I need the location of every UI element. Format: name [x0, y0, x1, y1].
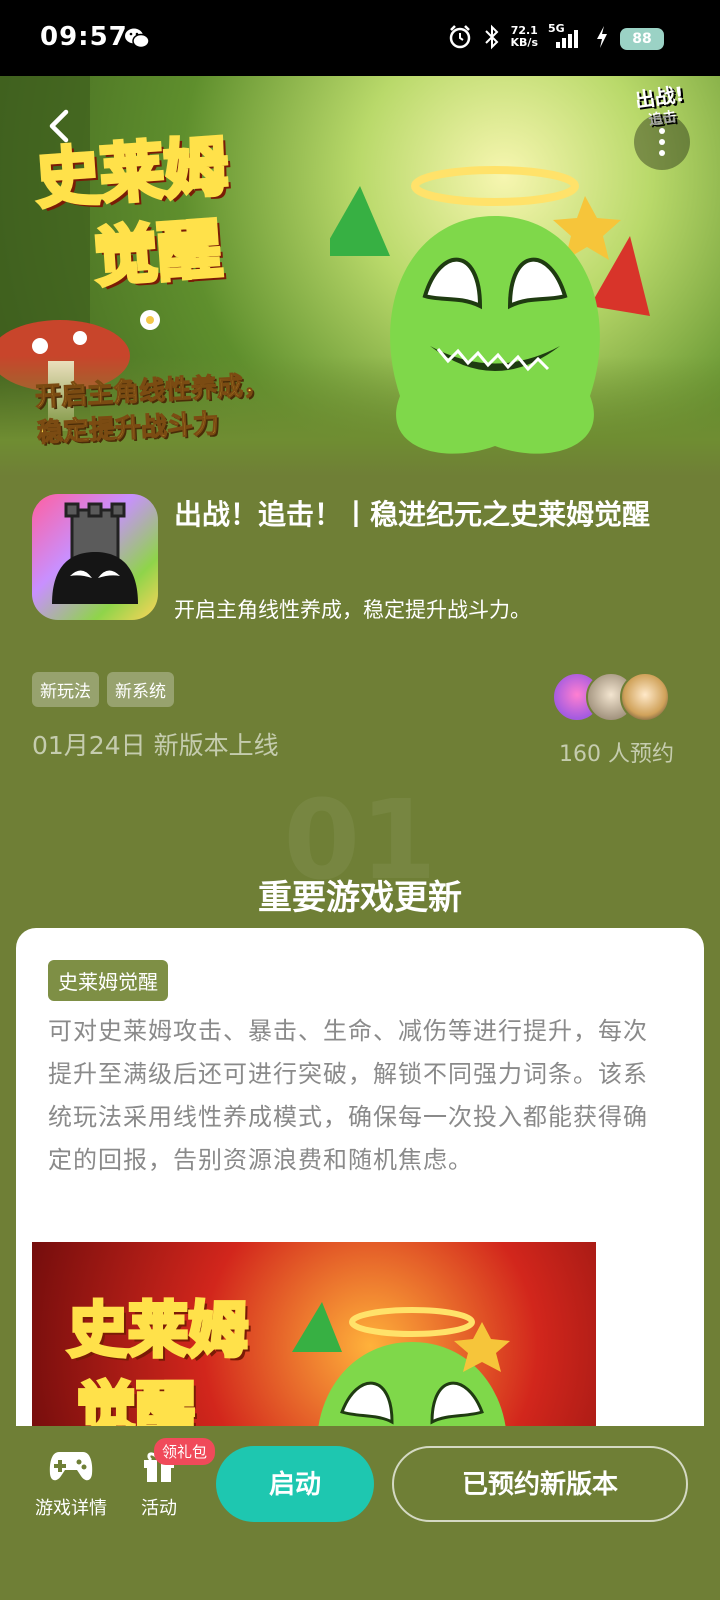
tag-list: 新玩法 新系统: [32, 672, 174, 707]
hero-tagline: 开启主角线性养成， 稳定提升战斗力: [34, 364, 327, 451]
bluetooth-icon: [484, 24, 498, 50]
status-bar: 09:57 72.1 KB/s 5G 88: [0, 0, 720, 76]
reserver-avatars: [552, 672, 672, 724]
wechat-icon: [125, 28, 150, 49]
net-speed-unit: KB/s: [510, 36, 538, 49]
status-time: 09:57: [40, 22, 128, 52]
reserved-new-version-button[interactable]: 已预约新版本: [392, 1446, 688, 1522]
status-indicators: 72.1 KB/s 5G: [447, 22, 608, 50]
gift-badge[interactable]: 领礼包: [154, 1438, 216, 1465]
feature-image-title-line1: 史莱姆: [66, 1294, 250, 1368]
game-subtitle: 开启主角线性养成，稳定提升战斗力。: [174, 598, 531, 622]
hero-banner: 史莱姆 觉醒 开启主角线性养成， 稳定提升战斗力 出战! 追击: [0, 76, 720, 476]
launch-button[interactable]: 启动: [216, 1446, 374, 1522]
game-details-button[interactable]: 游戏详情: [26, 1448, 116, 1520]
slime-character-art: [330, 166, 650, 454]
feature-label: 史莱姆觉醒: [48, 960, 168, 1001]
tag-new-gameplay: 新玩法: [32, 672, 99, 707]
release-date: 01月24日 新版本上线: [32, 731, 279, 760]
tag-new-system: 新系统: [107, 672, 174, 707]
more-options-button[interactable]: [634, 114, 690, 170]
more-dot-icon: [659, 150, 665, 156]
gamepad-icon: [49, 1452, 93, 1481]
game-details-label: 游戏详情: [35, 1498, 107, 1519]
game-title: 出战！追击！丨稳进纪元之史莱姆觉醒: [174, 498, 651, 531]
battery-indicator: 88: [620, 28, 664, 50]
back-arrow-icon[interactable]: [40, 106, 80, 146]
more-dot-icon: [659, 128, 665, 134]
game-app-icon: [32, 494, 158, 620]
charging-icon: [597, 26, 607, 48]
feature-description: 可对史莱姆攻击、暴击、生命、减伤等进行提升，每次提升至满级后还可进行突破，解锁不…: [48, 1017, 648, 1174]
more-dot-icon: [659, 139, 665, 145]
section-title: 重要游戏更新: [258, 878, 462, 918]
net-speed: 72.1 KB/s: [511, 25, 538, 49]
network-type: 5G: [548, 22, 565, 35]
bottom-action-bar: 游戏详情 活动 领礼包 启动 已预约新版本: [0, 1426, 720, 1600]
activity-label: 活动: [141, 1498, 177, 1519]
avatar: [620, 672, 670, 722]
signal-icon: 5G: [548, 22, 586, 50]
hero-title-line2: 觉醒: [89, 211, 226, 298]
reservation-count: 160 人预约: [559, 742, 674, 767]
alarm-icon: [449, 25, 470, 49]
